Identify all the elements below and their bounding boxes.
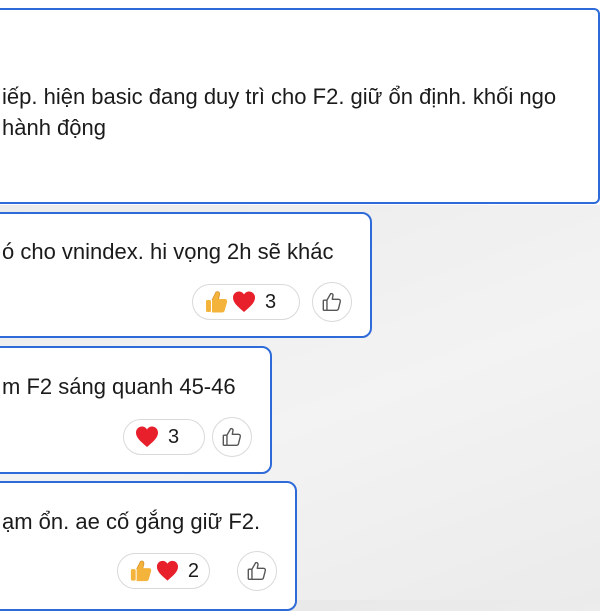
message-bubble-3[interactable]: ạm ổn. ae cố gắng giữ F2. 2 <box>0 481 297 611</box>
heart-emoji-icon <box>156 560 178 581</box>
like-button-3[interactable] <box>237 551 277 591</box>
heart-emoji-icon <box>136 426 158 447</box>
message-text-3: ạm ổn. ae cố gắng giữ F2. <box>2 509 261 534</box>
thumbs-up-emoji-icon <box>130 560 152 582</box>
reaction-count-1: 3 <box>265 290 277 313</box>
like-button-2[interactable] <box>212 417 252 457</box>
like-outline-icon <box>322 292 342 311</box>
message-bubble-2[interactable]: m F2 sáng quanh 45-46 3 <box>0 346 272 474</box>
reaction-count-2: 3 <box>168 425 180 448</box>
heart-emoji-icon <box>233 291 255 312</box>
message-text-line2: hành động <box>2 115 106 140</box>
like-outline-icon <box>247 561 267 580</box>
reaction-summary-3[interactable]: 2 <box>117 553 210 589</box>
message-bubble-1[interactable]: ó cho vnindex. hi vọng 2h sẽ khác 3 <box>0 212 372 338</box>
message-text-line1: iếp. hiện basic đang duy trì cho F2. giữ… <box>2 84 557 109</box>
reaction-count-3: 2 <box>187 559 199 582</box>
message-text-1: ó cho vnindex. hi vọng 2h sẽ khác <box>2 239 334 264</box>
thumbs-up-emoji-icon <box>206 291 228 313</box>
reaction-summary-1[interactable]: 3 <box>192 284 300 320</box>
message-text-2: m F2 sáng quanh 45-46 <box>2 374 236 399</box>
like-button-1[interactable] <box>312 282 352 322</box>
message-bubble-top[interactable]: iếp. hiện basic đang duy trì cho F2. giữ… <box>0 8 600 204</box>
like-outline-icon <box>222 427 242 446</box>
reaction-summary-2[interactable]: 3 <box>123 419 205 455</box>
